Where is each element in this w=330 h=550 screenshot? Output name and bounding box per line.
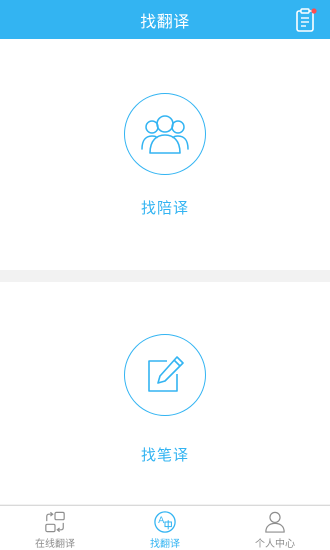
svg-text:A: A [158,515,165,526]
bottom-tab-bar: 在线翻译 A 找翻译 个人中心 [0,505,330,550]
a-zh-translate-icon: A [154,511,176,533]
tab-online-translation-label: 在线翻译 [35,539,75,550]
top-header: 找翻译 [0,0,330,39]
tab-personal-center-label: 个人中心 [255,539,295,550]
tab-find-translation-label: 找翻译 [150,539,180,550]
swap-translate-icon [45,511,65,533]
find-translator-label: 找笔译 [140,446,189,464]
page-title: 找翻译 [140,11,190,31]
find-interpreter-label: 找陪译 [140,199,189,217]
edit-pencil-icon [124,334,206,416]
clipboard-list-icon[interactable] [294,7,318,33]
tab-find-translation[interactable]: A 找翻译 [110,506,220,550]
tab-personal-center[interactable]: 个人中心 [220,506,330,550]
tab-online-translation[interactable]: 在线翻译 [0,506,110,550]
find-interpreter-card[interactable]: 找陪译 [0,39,330,270]
find-translator-card[interactable]: 找笔译 [0,282,330,504]
user-profile-icon [265,511,285,533]
group-people-icon [124,93,206,175]
notification-badge [311,8,317,14]
